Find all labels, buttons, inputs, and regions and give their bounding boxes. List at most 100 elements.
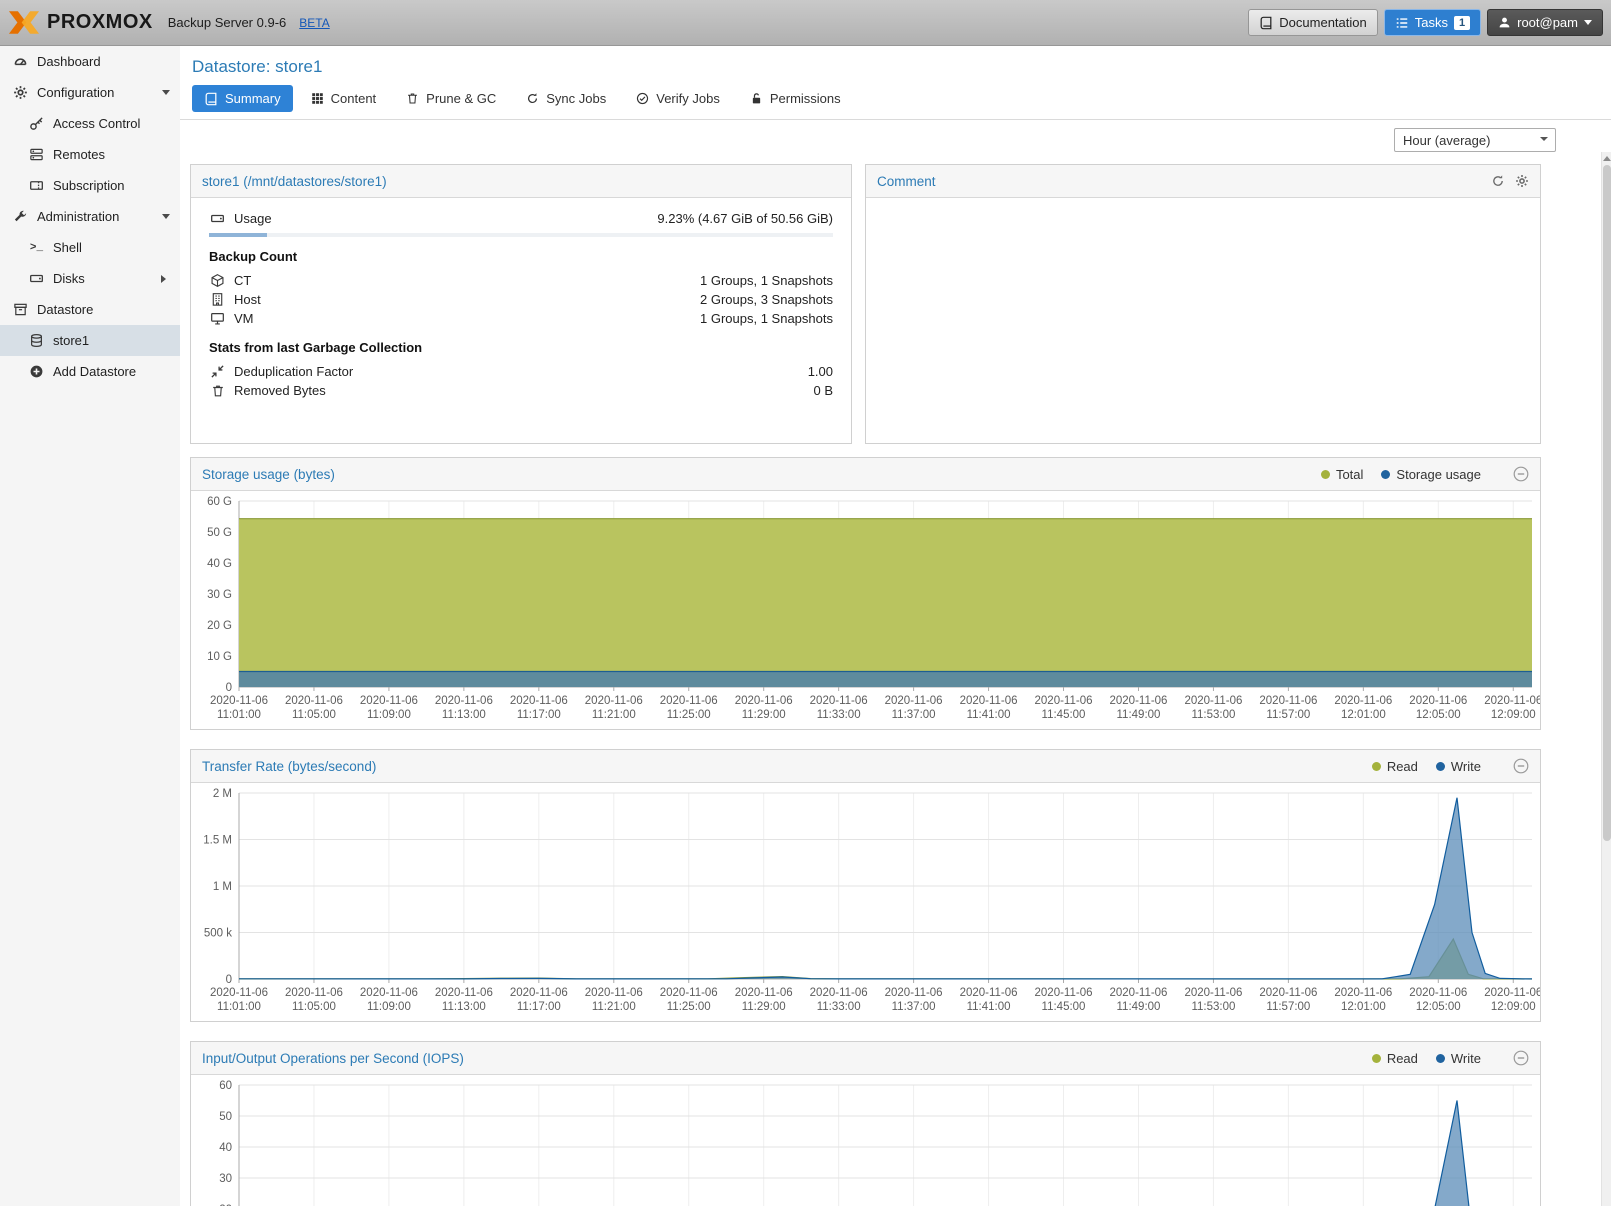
- dashboard-icon: [12, 54, 29, 70]
- tab-prune-gc[interactable]: Prune & GC: [394, 85, 508, 112]
- comment-panel: Comment: [865, 164, 1541, 444]
- svg-text:2020-11-06: 2020-11-06: [1035, 987, 1093, 999]
- chart-legend: Read Write: [1372, 758, 1529, 774]
- sidebar-item-remotes[interactable]: Remotes: [0, 139, 180, 170]
- tab-sync-jobs[interactable]: Sync Jobs: [514, 85, 618, 112]
- sidebar-item-access-control[interactable]: Access Control: [0, 108, 180, 139]
- chevron-down-icon[interactable]: [1533, 129, 1555, 151]
- usage-value: 9.23% (4.67 GiB of 50.56 GiB): [657, 211, 833, 226]
- refresh-icon[interactable]: [1491, 174, 1505, 188]
- svg-text:20 G: 20 G: [207, 620, 232, 632]
- sidebar-item-administration[interactable]: Administration: [0, 201, 180, 232]
- sidebar-item-dashboard[interactable]: Dashboard: [0, 46, 180, 77]
- storage-usage-panel: Storage usage (bytes) Total Storage usag…: [190, 457, 1541, 730]
- chevron-right-icon[interactable]: [161, 275, 170, 283]
- legend-storage-usage[interactable]: Storage usage: [1381, 467, 1481, 482]
- chevron-down-icon[interactable]: [162, 90, 170, 99]
- chart-title: Input/Output Operations per Second (IOPS…: [202, 1051, 464, 1066]
- scroll-up-arrow[interactable]: [1602, 152, 1611, 164]
- legend-dot: [1372, 1054, 1381, 1063]
- tab-permissions[interactable]: Permissions: [738, 85, 853, 112]
- chevron-down-icon: [1584, 20, 1592, 29]
- legend-dot: [1381, 470, 1390, 479]
- archive-icon: [12, 302, 29, 318]
- svg-text:2020-11-06: 2020-11-06: [1334, 695, 1392, 707]
- legend-read[interactable]: Read: [1372, 1051, 1418, 1066]
- svg-text:11:25:00: 11:25:00: [667, 709, 711, 721]
- svg-text:11:01:00: 11:01:00: [217, 1001, 261, 1013]
- grid-icon: [311, 92, 324, 105]
- legend-total[interactable]: Total: [1321, 467, 1363, 482]
- gear-icon[interactable]: [1515, 174, 1529, 188]
- svg-text:11:17:00: 11:17:00: [517, 709, 561, 721]
- hdd-icon: [209, 211, 226, 227]
- svg-text:2020-11-06: 2020-11-06: [510, 695, 568, 707]
- tab-summary[interactable]: Summary: [192, 85, 293, 112]
- chart-title: Transfer Rate (bytes/second): [202, 759, 376, 774]
- svg-text:11:49:00: 11:49:00: [1117, 709, 1161, 721]
- svg-text:2020-11-06: 2020-11-06: [1259, 695, 1317, 707]
- legend-write[interactable]: Write: [1436, 1051, 1481, 1066]
- svg-text:2020-11-06: 2020-11-06: [810, 695, 868, 707]
- time-range-select[interactable]: Hour (average): [1394, 128, 1556, 152]
- tab-verify-jobs[interactable]: Verify Jobs: [624, 85, 732, 112]
- compress-icon: [209, 364, 226, 380]
- building-icon: [209, 292, 226, 308]
- usage-row: Usage 9.23% (4.67 GiB of 50.56 GiB): [209, 209, 833, 228]
- sidebar-item-shell[interactable]: >_ Shell: [0, 232, 180, 263]
- panel-title: store1 (/mnt/datastores/store1): [202, 174, 387, 189]
- legend-write[interactable]: Write: [1436, 759, 1481, 774]
- terminal-icon: >_: [28, 240, 45, 256]
- sidebar-item-disks[interactable]: Disks: [0, 263, 180, 294]
- sidebar-item-configuration[interactable]: Configuration: [0, 77, 180, 108]
- svg-text:2020-11-06: 2020-11-06: [1184, 987, 1242, 999]
- svg-text:30 G: 30 G: [207, 589, 232, 601]
- tab-content[interactable]: Content: [299, 85, 389, 112]
- svg-text:11:41:00: 11:41:00: [967, 709, 1011, 721]
- sidebar-item-add-datastore[interactable]: Add Datastore: [0, 356, 180, 387]
- scrollbar-thumb[interactable]: [1603, 165, 1611, 841]
- ticket-icon: [28, 178, 45, 194]
- svg-text:2020-11-06: 2020-11-06: [1409, 695, 1467, 707]
- svg-text:40: 40: [219, 1142, 232, 1154]
- svg-text:40 G: 40 G: [207, 558, 232, 570]
- plus-circle-icon: [28, 364, 45, 380]
- documentation-button[interactable]: Documentation: [1248, 9, 1377, 36]
- servers-icon: [28, 147, 45, 163]
- svg-text:11:37:00: 11:37:00: [892, 709, 936, 721]
- vertical-scrollbar[interactable]: [1601, 152, 1611, 1206]
- svg-text:2020-11-06: 2020-11-06: [1184, 695, 1242, 707]
- transfer-rate-chart: 0500 k1 M1.5 M2 M2020-11-0611:01:002020-…: [191, 783, 1540, 1021]
- beta-link[interactable]: BETA: [299, 16, 329, 30]
- tasks-button[interactable]: Tasks 1: [1384, 9, 1481, 36]
- minus-circle-icon[interactable]: [1513, 466, 1529, 482]
- legend-read[interactable]: Read: [1372, 759, 1418, 774]
- comment-body[interactable]: [866, 198, 1540, 220]
- svg-text:11:05:00: 11:05:00: [292, 709, 336, 721]
- minus-circle-icon[interactable]: [1513, 1050, 1529, 1066]
- svg-text:0: 0: [226, 974, 232, 986]
- user-menu-button[interactable]: root@pam: [1487, 9, 1603, 36]
- sidebar-item-subscription[interactable]: Subscription: [0, 170, 180, 201]
- svg-text:11:53:00: 11:53:00: [1191, 1001, 1235, 1013]
- svg-text:11:17:00: 11:17:00: [517, 1001, 561, 1013]
- svg-text:2020-11-06: 2020-11-06: [810, 987, 868, 999]
- sidebar-item-store1[interactable]: store1: [0, 325, 180, 356]
- legend-dot: [1321, 470, 1330, 479]
- legend-dot: [1372, 762, 1381, 771]
- transfer-rate-panel: Transfer Rate (bytes/second) Read Write …: [190, 749, 1541, 1022]
- svg-text:2020-11-06: 2020-11-06: [885, 987, 943, 999]
- legend-dot: [1436, 762, 1445, 771]
- chevron-down-icon[interactable]: [162, 214, 170, 223]
- cube-icon: [209, 273, 226, 289]
- list-icon: [1395, 16, 1409, 30]
- svg-text:2020-11-06: 2020-11-06: [885, 695, 943, 707]
- minus-circle-icon[interactable]: [1513, 758, 1529, 774]
- svg-text:2020-11-06: 2020-11-06: [360, 987, 418, 999]
- svg-text:50 G: 50 G: [207, 527, 232, 539]
- datastore-info-panel: store1 (/mnt/datastores/store1) Usage 9.…: [190, 164, 852, 444]
- svg-text:30: 30: [219, 1173, 232, 1185]
- sidebar-item-datastore[interactable]: Datastore: [0, 294, 180, 325]
- svg-text:2020-11-06: 2020-11-06: [660, 695, 718, 707]
- database-icon: [28, 333, 45, 349]
